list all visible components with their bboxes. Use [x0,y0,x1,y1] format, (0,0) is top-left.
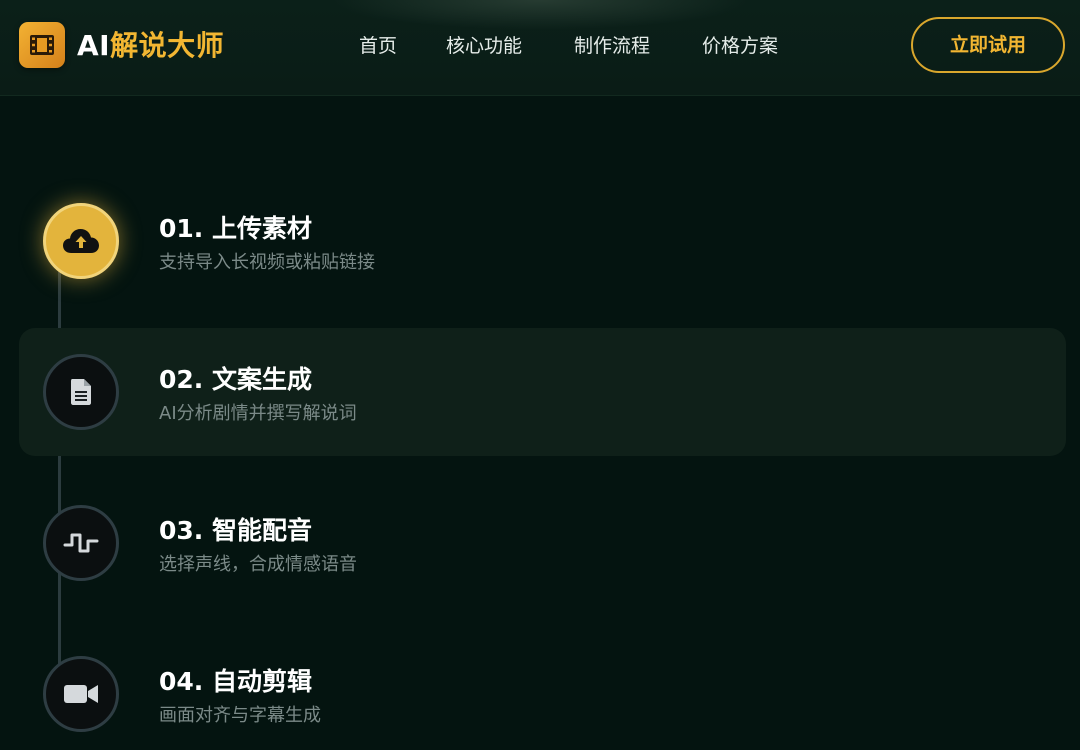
step-1-icon-circle[interactable] [43,203,119,279]
step-1-desc: 支持导入长视频或粘贴链接 [159,252,375,273]
timeline-line [58,240,61,710]
try-now-button[interactable]: 立即试用 [911,17,1065,73]
top-navbar: AI解说大师 首页 核心功能 制作流程 价格方案 立即试用 [0,0,1080,96]
nav-pricing[interactable]: 价格方案 [702,30,778,62]
brand-name[interactable]: AI解说大师 [77,24,224,68]
nav-home[interactable]: 首页 [359,30,397,62]
video-camera-icon [64,685,98,703]
step-2-desc: AI分析剧情并撰写解说词 [159,403,357,424]
nav-workflow[interactable]: 制作流程 [574,30,650,62]
brand-prefix: AI [77,29,111,62]
cloud-upload-icon [63,229,99,253]
brand-suffix: 解说大师 [110,29,225,62]
step-3-icon-circle[interactable] [43,505,119,581]
document-icon [71,379,91,405]
step-4-icon-circle[interactable] [43,656,119,732]
film-icon [30,35,54,55]
step-3-desc: 选择声线，合成情感语音 [159,554,357,575]
step-2-icon-circle[interactable] [43,354,119,430]
logo[interactable] [19,22,65,68]
header-glow [330,0,750,30]
step-1-title: 01. 上传素材 [159,214,312,243]
step-4-desc: 画面对齐与字幕生成 [159,705,321,726]
step-4-title: 04. 自动剪辑 [159,667,312,696]
nav-features[interactable]: 核心功能 [446,30,522,62]
waveform-icon [63,533,99,553]
step-2-title: 02. 文案生成 [159,365,312,394]
step-3-title: 03. 智能配音 [159,516,312,545]
